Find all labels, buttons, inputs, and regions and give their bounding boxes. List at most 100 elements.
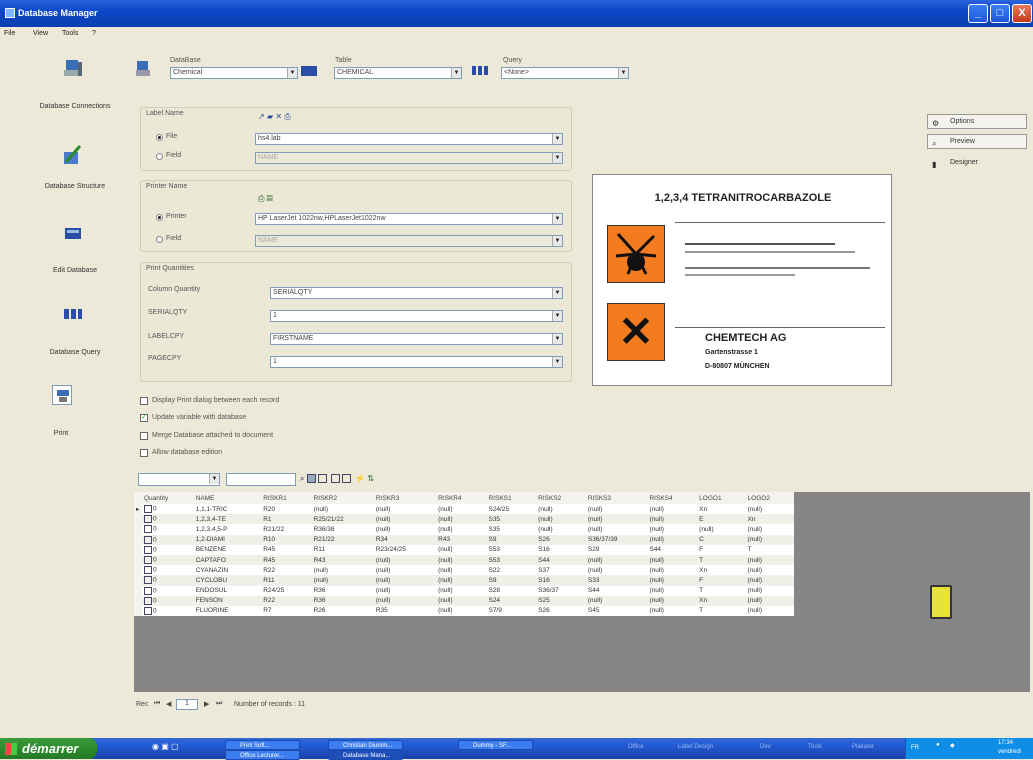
table-cell[interactable]: (null) bbox=[374, 514, 436, 524]
table-cell[interactable]: (null) bbox=[746, 535, 794, 545]
quantity-cell[interactable]: 0 bbox=[142, 545, 194, 555]
table-cell[interactable]: F bbox=[697, 575, 745, 585]
nav-database-connections[interactable]: Database Connections bbox=[30, 103, 120, 110]
ie-icon[interactable]: ◉ bbox=[152, 742, 159, 751]
table-cell[interactable]: S35 bbox=[486, 524, 536, 534]
label-field-radio[interactable] bbox=[156, 153, 163, 160]
table-cell[interactable]: 1,2,3,4-TE bbox=[194, 514, 262, 524]
sticky-note-icon[interactable] bbox=[930, 585, 952, 619]
grid-field-select[interactable]: ▼ bbox=[138, 473, 220, 486]
media-icon[interactable]: ▢ bbox=[171, 742, 179, 751]
table-cell[interactable]: S26 bbox=[536, 606, 586, 616]
table-row[interactable]: 0 ENDOSUL R24/25 R36 (null) (null) S28 S36/37 S4… bbox=[134, 585, 794, 596]
column-header[interactable]: RISKS2 bbox=[536, 492, 586, 504]
language-indicator[interactable]: FR bbox=[911, 745, 919, 751]
table-row[interactable]: 0 FENSON R22 R36 (null) (null) S24 S25 (null) (nu… bbox=[134, 595, 794, 606]
row-selector[interactable] bbox=[134, 524, 142, 535]
table-cell[interactable]: (null) bbox=[436, 545, 486, 555]
table-cell[interactable]: R21/22 bbox=[261, 524, 311, 534]
table-cell[interactable]: (null) bbox=[436, 575, 486, 585]
printer-field-select[interactable]: NAME ▼ bbox=[255, 235, 563, 247]
quantity-cell[interactable]: 0 bbox=[142, 504, 194, 514]
database-connections-icon[interactable] bbox=[62, 58, 84, 80]
table-row[interactable]: ▸ 0 1,1,1-TRIC R20 (null) (null) (null) S24/25(… bbox=[134, 504, 794, 515]
print-nav-selected[interactable] bbox=[52, 385, 72, 405]
table-row[interactable]: 0 1,2,3,4-TE R1 R25/21/22 (null) (null) S35 (nu… bbox=[134, 514, 794, 525]
close-button[interactable]: X bbox=[1012, 4, 1032, 23]
table-cell[interactable]: (null) bbox=[746, 596, 794, 606]
row-selector[interactable] bbox=[134, 544, 142, 555]
sort-icon[interactable]: ⇅ bbox=[367, 474, 374, 483]
table-cell[interactable]: S7/9 bbox=[486, 606, 536, 616]
table-cell[interactable]: S9 bbox=[486, 575, 536, 585]
row-checkbox[interactable] bbox=[144, 576, 152, 585]
quantity-cell[interactable]: 0 bbox=[142, 514, 194, 524]
toolbar-item[interactable]: Office bbox=[628, 744, 644, 750]
table-cell[interactable]: CYCLOBU bbox=[194, 575, 262, 585]
new-icon[interactable]: ↗ bbox=[258, 112, 265, 121]
table-cell[interactable]: (null) bbox=[374, 504, 436, 514]
table-cell[interactable]: R34 bbox=[374, 535, 436, 545]
binoculars-icon[interactable]: ⌕ bbox=[300, 474, 304, 483]
table-cell[interactable]: Xn bbox=[697, 504, 745, 514]
column-header[interactable]: Quantity bbox=[142, 492, 194, 504]
table-cell[interactable]: (null) bbox=[586, 524, 648, 534]
first-record-button[interactable]: ⏮ bbox=[154, 700, 160, 708]
toolbar-item[interactable]: Dev bbox=[760, 744, 771, 750]
last-record-button[interactable]: ⏭ bbox=[216, 700, 222, 708]
table-cell[interactable]: 1,2-DIAMI bbox=[194, 535, 262, 545]
row-checkbox[interactable] bbox=[144, 566, 152, 575]
delete-icon[interactable]: ✕ bbox=[275, 112, 282, 121]
table-cell[interactable]: F bbox=[697, 545, 745, 555]
table-cell[interactable]: S37 bbox=[536, 565, 586, 575]
table-row[interactable]: 0 BENZENE R45 R11 R23/24/25 (null) S53 S16 S29 S4… bbox=[134, 544, 794, 555]
column-header[interactable]: RISKS1 bbox=[486, 492, 537, 504]
row-selector[interactable]: ▸ bbox=[134, 504, 142, 515]
merge-database-checkbox[interactable] bbox=[140, 432, 148, 440]
column-header[interactable]: RISKS4 bbox=[647, 492, 698, 504]
table-cell[interactable]: R23/24/25 bbox=[374, 545, 436, 555]
menu-view[interactable]: View bbox=[33, 30, 48, 37]
table-cell[interactable]: T bbox=[697, 555, 745, 565]
table-cell[interactable]: (null) bbox=[647, 535, 697, 545]
column-header[interactable]: LOGO2 bbox=[745, 492, 794, 504]
table-cell[interactable]: (null) bbox=[436, 586, 486, 596]
row-selector[interactable] bbox=[134, 595, 142, 606]
table-cell[interactable]: (null) bbox=[436, 596, 486, 606]
file-radio[interactable] bbox=[156, 134, 163, 141]
table-cell[interactable]: S35 bbox=[486, 514, 536, 524]
table-cell[interactable]: (null) bbox=[436, 606, 486, 616]
table-cell[interactable]: S44 bbox=[586, 586, 648, 596]
update-variable-checkbox[interactable]: ✓ bbox=[140, 414, 148, 422]
edit-database-icon[interactable] bbox=[62, 222, 84, 244]
table-cell[interactable]: (null) bbox=[586, 555, 648, 565]
column-header[interactable]: RISKR2 bbox=[311, 492, 374, 504]
column-header[interactable]: LOGO1 bbox=[697, 492, 746, 504]
table-cell[interactable]: (null) bbox=[374, 596, 436, 606]
table-cell[interactable]: R36 bbox=[312, 596, 374, 606]
database-select[interactable]: Chemical ▼ bbox=[170, 67, 298, 79]
pagecpy-select[interactable]: 1 ▼ bbox=[270, 356, 563, 368]
table-cell[interactable]: S44 bbox=[647, 545, 697, 555]
printer-icon[interactable]: ⎙ bbox=[284, 112, 290, 121]
quantity-cell[interactable]: 0 bbox=[142, 586, 194, 596]
table-cell[interactable]: T bbox=[746, 545, 794, 555]
table-cell[interactable]: S9 bbox=[486, 535, 536, 545]
column-quantity-select[interactable]: SERIALQTY ▼ bbox=[270, 287, 563, 299]
toolbar-item[interactable]: Plakater bbox=[852, 744, 874, 750]
query-select[interactable]: <None> ▼ bbox=[501, 67, 629, 79]
table-cell[interactable]: R21/22 bbox=[312, 535, 374, 545]
start-button[interactable]: démarrer bbox=[0, 738, 97, 759]
table-cell[interactable]: (null) bbox=[746, 586, 794, 596]
table-cell[interactable]: R36/38 bbox=[312, 524, 374, 534]
column-header[interactable]: RISKR3 bbox=[373, 492, 437, 504]
row-checkbox[interactable] bbox=[144, 556, 152, 565]
table-row[interactable]: 0 1,2-DIAMI R10 R21/22 R34 R43 S9 S26 S36/37/39(… bbox=[134, 534, 794, 545]
table-cell[interactable]: R36 bbox=[312, 586, 374, 596]
table-cell[interactable]: (null) bbox=[647, 555, 697, 565]
file-select[interactable]: hs4.lab ▼ bbox=[255, 133, 563, 145]
taskbar-item[interactable]: Print Soft... bbox=[225, 740, 300, 750]
display-print-dialog-checkbox[interactable] bbox=[140, 397, 148, 405]
quantity-cell[interactable]: 0 bbox=[142, 575, 194, 585]
label-field-select[interactable]: NAME ▼ bbox=[255, 152, 563, 164]
